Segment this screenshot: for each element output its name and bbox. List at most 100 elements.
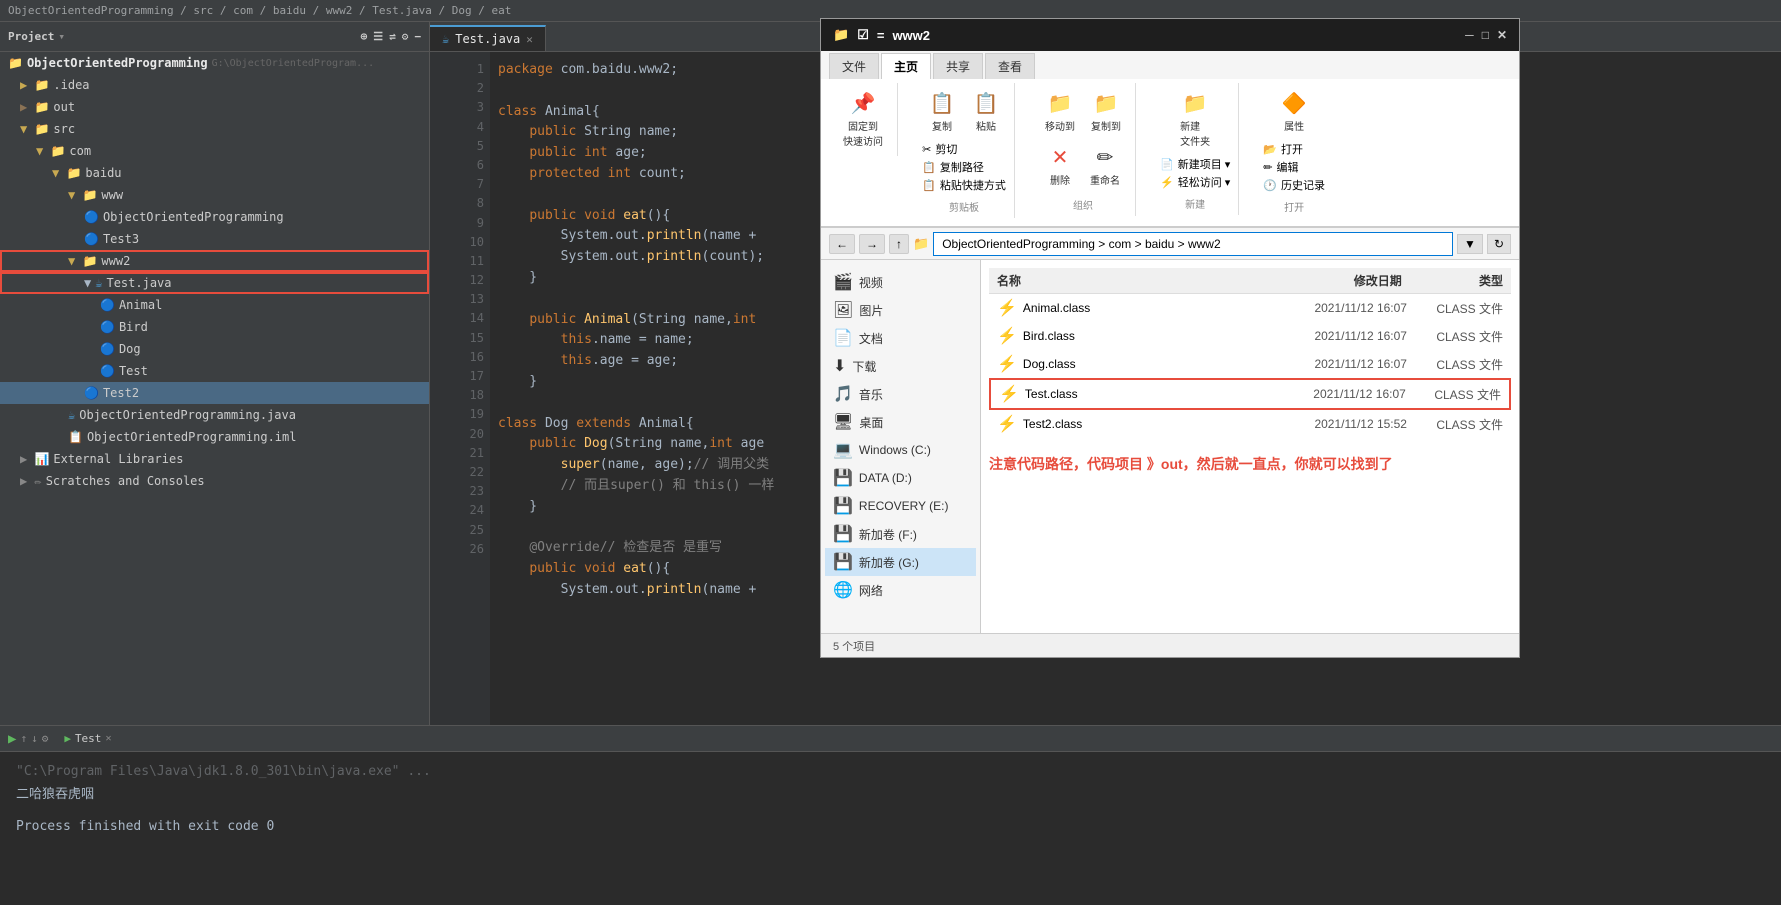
sidebar-item-www[interactable]: ▼ 📁 www: [0, 184, 429, 206]
fe-copyto-btn[interactable]: 📁 复制到: [1085, 87, 1127, 137]
tab-testjava[interactable]: ☕ Test.java ✕: [430, 25, 546, 51]
www-label: www: [101, 188, 123, 202]
fe-close-btn[interactable]: ✕: [1497, 28, 1507, 42]
sidebar-item-test3[interactable]: 🔵 Test3: [0, 228, 429, 250]
fe-nav-video[interactable]: 🎬 视频: [825, 268, 976, 296]
run-tab-test[interactable]: ▶ Test ✕: [56, 730, 119, 747]
fe-file-dog[interactable]: ⚡ Dog.class 2021/11/12 16:07 CLASS 文件: [989, 350, 1511, 378]
fe-pasteshortcut-label: 粘贴快捷方式: [940, 177, 1006, 193]
fe-tab-file[interactable]: 文件: [829, 53, 879, 79]
fe-move-btn[interactable]: 📁 移动到: [1039, 87, 1081, 137]
sidebar-item-bird[interactable]: 🔵 Bird: [0, 316, 429, 338]
tree-root[interactable]: 📁 ObjectOrientedProgramming G:\ObjectOri…: [0, 52, 429, 74]
fe-tab-view[interactable]: 查看: [985, 53, 1035, 79]
fe-refresh-btn[interactable]: ↻: [1487, 234, 1511, 254]
fe-forward-btn[interactable]: →: [859, 234, 885, 254]
sidebar-item-animal[interactable]: 🔵 Animal: [0, 294, 429, 316]
list-icon[interactable]: ☰: [373, 30, 383, 43]
fe-file-test[interactable]: ⚡ Test.class 2021/11/12 16:07 CLASS 文件: [989, 378, 1511, 410]
fe-delete-btn[interactable]: ✕ 删除: [1040, 141, 1080, 191]
fe-file-test2[interactable]: ⚡ Test2.class 2021/11/12 15:52 CLASS 文件: [989, 410, 1511, 438]
sidebar-item-oop[interactable]: 🔵 ObjectOrientedProgramming: [0, 206, 429, 228]
fe-newitem-row[interactable]: 📄 新建项目 ▾: [1160, 156, 1230, 172]
tab-close-btn[interactable]: ✕: [526, 33, 533, 46]
fe-tab-share[interactable]: 共享: [933, 53, 983, 79]
testjava-label: Test.java: [106, 276, 171, 290]
fe-nav-desktop[interactable]: 🖥 桌面: [825, 408, 976, 436]
gear-icon[interactable]: ⚙: [402, 30, 409, 43]
fe-easyaccess-row[interactable]: ⚡ 轻松访问 ▾: [1160, 174, 1230, 190]
run-settings-btn[interactable]: ⚙: [42, 732, 49, 745]
fe-pin-btn[interactable]: 📌 固定到快速访问: [837, 87, 889, 152]
fe-copy-btn[interactable]: 📋 复制: [922, 87, 962, 137]
fe-easyaccess-label: 轻松访问 ▾: [1178, 174, 1231, 190]
fe-nav-docs[interactable]: 📄 文档: [825, 324, 976, 352]
fe-animal-type: CLASS 文件: [1407, 300, 1503, 317]
fe-nav-data-d[interactable]: 💾 DATA (D:): [825, 464, 976, 492]
fe-back-btn[interactable]: ←: [829, 234, 855, 254]
fe-copypath-row[interactable]: 📋 复制路径: [922, 159, 1006, 175]
fe-nav-music[interactable]: 🎵 音乐: [825, 380, 976, 408]
run-play-btn[interactable]: ▶: [8, 731, 16, 747]
sidebar-item-test2[interactable]: 🔵 Test2: [0, 382, 429, 404]
fe-nav-images[interactable]: 🖼 图片: [825, 296, 976, 324]
sidebar-item-out[interactable]: ▶ 📁 out: [0, 96, 429, 118]
fe-tab-home[interactable]: 主页: [881, 53, 931, 79]
fe-minimize-btn[interactable]: ─: [1465, 28, 1474, 42]
fe-history-row[interactable]: 🕐 历史记录: [1263, 177, 1325, 193]
fe-search-btn[interactable]: ▼: [1457, 234, 1483, 254]
run-tab-close[interactable]: ✕: [105, 733, 111, 744]
fe-paste-btn[interactable]: 📋 粘贴: [966, 87, 1006, 137]
sidebar-item-oopjava[interactable]: ☕ ObjectOrientedProgramming.java: [0, 404, 429, 426]
fe-paste-icon: 📋: [974, 91, 999, 116]
fe-nav-windows-c[interactable]: 💻 Windows (C:): [825, 436, 976, 464]
sidebar-item-testjava[interactable]: ▼ ☕ Test.java: [0, 272, 429, 294]
fe-clipboard-label: 剪贴板: [949, 199, 979, 214]
fe-animal-name: Animal.class: [1023, 301, 1215, 315]
animal-label: Animal: [119, 298, 162, 312]
fe-title-bar: 📁 ☑ = www2 ─ □ ✕: [821, 19, 1519, 51]
fe-nav-recovery-e[interactable]: 💾 RECOVERY (E:): [825, 492, 976, 520]
fe-rename-icon: ✏: [1097, 145, 1114, 170]
fe-pasteshortcut-row[interactable]: 📋 粘贴快捷方式: [922, 177, 1006, 193]
fe-col-name[interactable]: 名称: [997, 272, 1199, 289]
fe-up-btn[interactable]: ↑: [889, 234, 909, 254]
fe-rename-btn[interactable]: ✏ 重命名: [1084, 141, 1126, 191]
fe-dog-name: Dog.class: [1023, 357, 1215, 371]
sidebar-item-test[interactable]: 🔵 Test: [0, 360, 429, 382]
root-folder-icon: 📁: [8, 56, 23, 70]
run-stop-btn[interactable]: ↑: [20, 732, 27, 745]
fe-test-date: 2021/11/12 16:07: [1215, 387, 1405, 401]
fe-nav-downloads[interactable]: ⬇ 下载: [825, 352, 976, 380]
split-icon[interactable]: ⇌: [389, 30, 396, 43]
fe-copyto-icon: 📁: [1094, 91, 1119, 116]
fe-music-icon: 🎵: [833, 384, 853, 404]
sidebar-item-src[interactable]: ▼ 📁 src: [0, 118, 429, 140]
fe-properties-btn[interactable]: 🔶 属性: [1274, 87, 1314, 137]
sidebar-item-idea[interactable]: ▶ 📁 .idea: [0, 74, 429, 96]
sidebar-item-extlibs[interactable]: ▶ 📊 External Libraries: [0, 448, 429, 470]
run-rerun-btn[interactable]: ↓: [31, 732, 38, 745]
fe-col-type[interactable]: 类型: [1402, 272, 1503, 289]
fe-cut-row[interactable]: ✂ 剪切: [922, 141, 1006, 157]
sidebar-item-baidu[interactable]: ▼ 📁 baidu: [0, 162, 429, 184]
sidebar-item-dog[interactable]: 🔵 Dog: [0, 338, 429, 360]
fe-newfolder-btn[interactable]: 📁 新建文件夹: [1174, 87, 1216, 152]
globe-icon[interactable]: ⊕: [361, 30, 368, 43]
fe-file-bird[interactable]: ⚡ Bird.class 2021/11/12 16:07 CLASS 文件: [989, 322, 1511, 350]
minus-icon[interactable]: −: [414, 30, 421, 43]
fe-nav-vol-f[interactable]: 💾 新加卷 (F:): [825, 520, 976, 548]
fe-nav-vol-g[interactable]: 💾 新加卷 (G:): [825, 548, 976, 576]
sidebar-item-com[interactable]: ▼ 📁 com: [0, 140, 429, 162]
fe-edit-row[interactable]: ✏ 编辑: [1263, 159, 1325, 175]
sidebar-item-scratches[interactable]: ▶ ✏ Scratches and Consoles: [0, 470, 429, 492]
fe-file-animal[interactable]: ⚡ Animal.class 2021/11/12 16:07 CLASS 文件: [989, 294, 1511, 322]
fe-col-date[interactable]: 修改日期: [1199, 272, 1401, 289]
fe-open-row[interactable]: 📂 打开: [1263, 141, 1325, 157]
sidebar-item-www2[interactable]: ▼ 📁 www2: [0, 250, 429, 272]
sidebar-item-oopiml[interactable]: 📋 ObjectOrientedProgramming.iml: [0, 426, 429, 448]
fe-maximize-btn[interactable]: □: [1482, 28, 1489, 42]
fe-address-field[interactable]: ObjectOrientedProgramming > com > baidu …: [933, 232, 1453, 256]
gutter-left: [430, 52, 450, 725]
fe-nav-network[interactable]: 🌐 网络: [825, 576, 976, 604]
